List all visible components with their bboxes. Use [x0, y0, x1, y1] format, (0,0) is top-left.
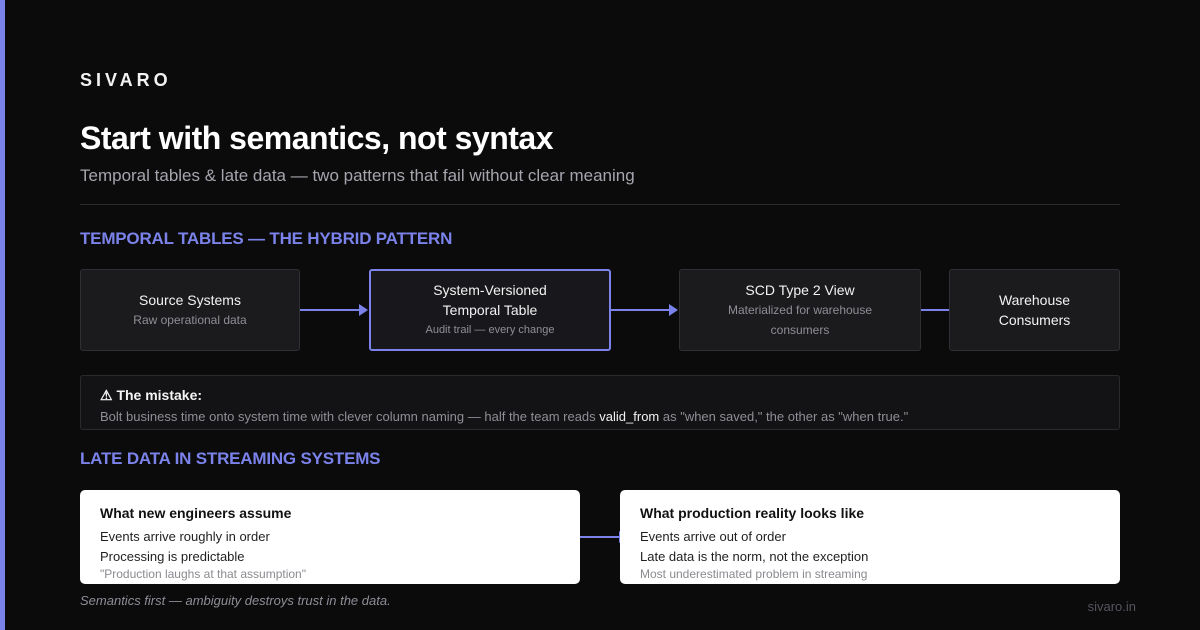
mistake-callout: ⚠ The mistake: Bolt business time onto s…: [80, 375, 1120, 430]
flow-arrow-1: [300, 304, 368, 316]
page-subtitle: Temporal tables & late data — two patter…: [80, 166, 635, 185]
flow-arrow-2: [611, 304, 678, 316]
flow-box-scd-view: SCD Type 2 View Materialized for warehou…: [679, 269, 921, 351]
flow-box-title: System-Versioned Temporal Table: [433, 282, 547, 318]
card-title: What new engineers assume: [100, 505, 292, 521]
card-item: Processing is predictable: [100, 549, 245, 564]
flow-box-temporal-table: System-Versioned Temporal Table Audit tr…: [369, 269, 611, 351]
warning-icon: ⚠ The mistake:: [100, 387, 203, 403]
flow-box-title: Source Systems: [139, 292, 241, 308]
mistake-title: ⚠ The mistake:: [100, 387, 1100, 404]
flow-box-source-systems: Source Systems Raw operational data: [80, 269, 300, 351]
card-title: What production reality looks like: [640, 505, 865, 521]
section-heading-late-data: LATE DATA IN STREAMING SYSTEMS: [80, 449, 381, 468]
flow-box-title: SCD Type 2 View: [745, 282, 855, 298]
flow-box-desc: Audit trail — every change: [425, 324, 555, 336]
card-reality: What production reality looks like Event…: [620, 490, 1120, 584]
flow-box-desc: Materialized for warehouse consumers: [727, 303, 873, 337]
flow-box-warehouse-consumers: Warehouse Consumers: [949, 269, 1120, 351]
accent-bar: [0, 0, 5, 630]
flow-box-title: Warehouse Consumers: [998, 292, 1071, 328]
flow-box-desc: Raw operational data: [133, 313, 247, 327]
card-assumption: What new engineers assume Events arrive …: [80, 490, 580, 584]
section-heading-temporal: TEMPORAL TABLES — THE HYBRID PATTERN: [80, 229, 453, 248]
brand-logo: SIVARO: [80, 70, 172, 90]
footer-url: sivaro.in: [1087, 599, 1136, 614]
page-title: Start with semantics, not syntax: [80, 120, 554, 156]
footer-note: Semantics first — ambiguity destroys tru…: [80, 593, 391, 608]
mistake-code-term: valid_from: [599, 409, 660, 424]
card-item: Late data is the norm, not the exception: [640, 549, 869, 564]
mistake-text-after: as "when saved," the other as "when true…: [659, 409, 909, 424]
card-note: Most underestimated problem in streaming: [640, 567, 868, 581]
card-item: Events arrive out of order: [640, 529, 786, 544]
divider: [80, 204, 1120, 205]
card-item: Events arrive roughly in order: [100, 529, 270, 544]
card-note: "Production laughs at that assumption": [100, 567, 306, 581]
mistake-text-before: Bolt business time onto system time with…: [100, 409, 600, 424]
mistake-text: Bolt business time onto system time with…: [100, 409, 1100, 424]
